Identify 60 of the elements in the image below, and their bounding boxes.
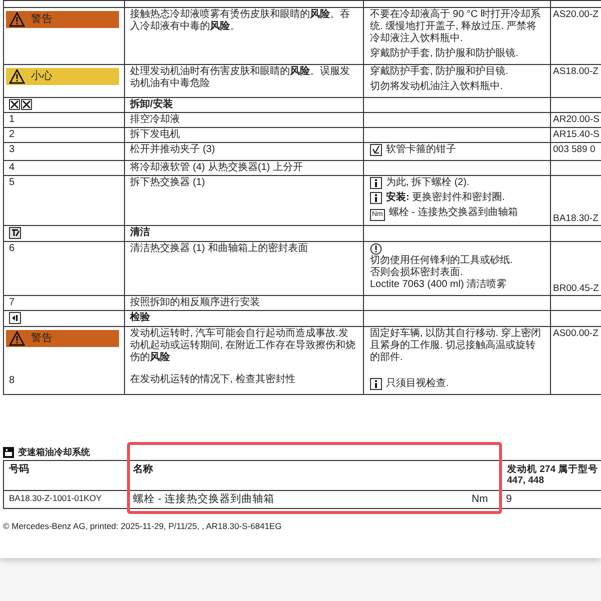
step-text: 清洁热交换器 (1) 和曲轴箱上的密封表面 <box>130 242 309 255</box>
step-number: 7 <box>9 297 16 310</box>
note-text: Loctite 7063 (400 ml) 清洁喷雾 <box>370 279 508 292</box>
table-cell: 螺栓 - 连接热交换器到曲轴箱 <box>133 493 274 506</box>
step-number: 1 <box>9 114 16 126</box>
warning-label: 警告 <box>6 11 119 28</box>
step-text: 拆下热交换器 (1) <box>130 177 206 190</box>
warning-label: 小心 <box>6 68 119 85</box>
step-text: 按照拆卸的相反顺序进行安装 <box>130 297 261 310</box>
section-heading: 检验 <box>130 312 151 324</box>
reference-code: AS20.00-Z <box>553 9 600 20</box>
note-text: 切勿将发动机油注入饮料瓶中. <box>370 81 503 93</box>
reference-code: AS18.00-Z <box>553 66 600 78</box>
column-header: 发动机 274 属于型号 447, 448 <box>500 460 601 491</box>
warning-icon <box>9 69 25 84</box>
step-text: 将冷却液软管 (4) 从热交换器(1) 上分开 <box>130 162 304 174</box>
step-number: 3 <box>9 144 16 156</box>
step-text: 排空冷却液 <box>130 114 181 126</box>
step-number: 6 <box>9 242 16 255</box>
note-text: 切勿使用任何锋利的工具或砂纸. <box>370 255 514 266</box>
unit-label: Nm <box>472 493 488 506</box>
reference-code: AS00.00-Z <box>553 328 600 340</box>
footer-text: © Mercedes-Benz AG, printed: 2025-11-29, P/11/25, , AR18.30-S-6841EG <box>3 520 283 531</box>
step-text: 发动机运转时, 汽车可能会自行起动而造成事故.发动机起动或运转期间, 在附近工作存在导致擦伤和烧伤的风险 <box>130 328 357 364</box>
note-text: 固定好车辆, 以防其自行移动. 穿上密闭且紧身的工作服. 切忌接触高温或旋转的部件. <box>370 328 542 364</box>
note-text: 为此, 拆下螺栓 (2). <box>386 177 470 190</box>
section-heading: 清洁 <box>130 227 151 240</box>
manual-icon <box>3 447 14 458</box>
step-text: 处理发动机油时有伤害皮肤和眼睛的风险。误服发动机油有中毒危险 <box>130 66 351 90</box>
step-number: 2 <box>9 129 16 142</box>
column-header: 名称 <box>128 460 500 491</box>
reference-code: BA18.30-Z <box>553 212 600 224</box>
note-text: 不要在冷却液高于 90 °C 时打开冷却系统. 缓慢地打开盖子, 释放过压. 严禁将冷却液注入饮料瓶中. <box>370 9 542 45</box>
note-text: 穿戴防护手套, 防护服和防护眼镜. <box>370 48 518 60</box>
step-number: 4 <box>9 162 16 174</box>
note-text: 安装: 更换密封件和密封圈. <box>386 192 505 204</box>
step-text: 接触热态冷却液喷雾有烫伤皮肤和眼睛的风险。吞入冷却液有中毒的风险。 <box>130 9 351 33</box>
step-number: 5 <box>9 177 16 190</box>
info-icon <box>370 192 382 204</box>
reference-code: AR20.00-S <box>553 114 600 126</box>
step-text: 在发动机运转的情况下, 检查其密封性 <box>130 374 297 386</box>
section-title: 变速箱油冷却系统 <box>18 447 90 458</box>
reference-code: AR15.40-S <box>553 129 600 141</box>
step-number: 8 <box>9 375 16 388</box>
column-header: 号码 <box>4 460 128 491</box>
warning-icon <box>9 331 25 346</box>
note-text: 软管卡箍的钳子 <box>386 144 456 156</box>
note-text: 否则会损坏密封表面. <box>370 267 464 280</box>
step-text: 松开并推动夹子 (3) <box>130 144 216 156</box>
warning-icon <box>9 12 25 27</box>
warning-label: 警告 <box>6 330 119 348</box>
reference-code: BR00.45-Z <box>553 283 600 294</box>
section-heading: 拆卸/安装 <box>130 99 174 111</box>
step-text: 拆下发电机 <box>130 129 181 142</box>
note-text: 穿戴防护手套, 防护服和护目镜. <box>370 66 508 78</box>
reference-code: 003 589 0 <box>553 144 596 156</box>
note-text: 只须目视检查. <box>386 378 449 390</box>
note-text: 螺栓 - 连接热交换器到曲轴箱 <box>388 207 518 220</box>
info-icon <box>370 378 382 390</box>
table-cell: BA18.30-Z-1001-01KOY <box>4 490 128 508</box>
